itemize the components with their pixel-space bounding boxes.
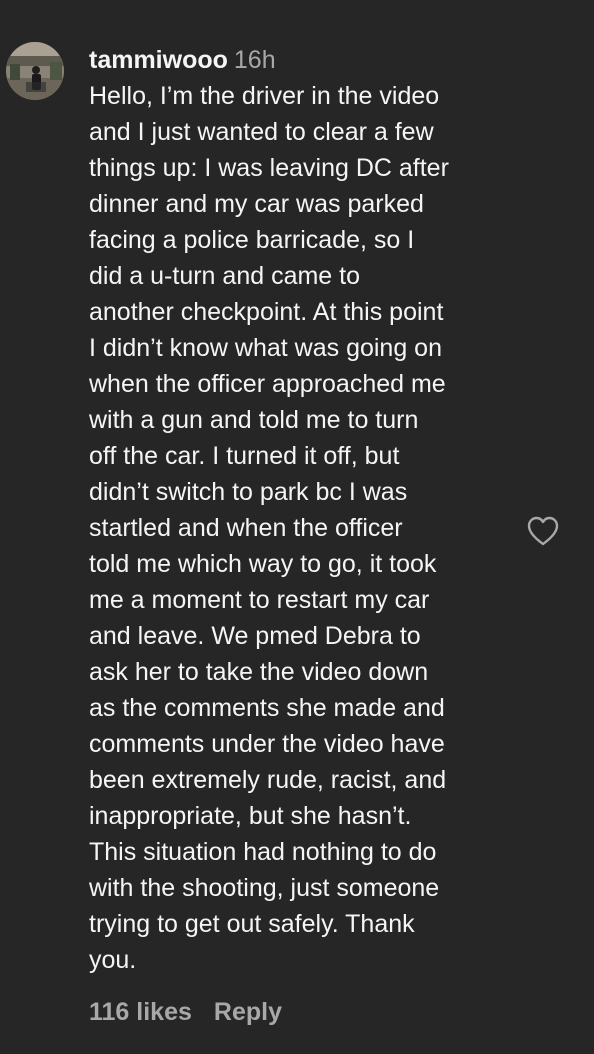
reply-button[interactable]: Reply xyxy=(214,998,282,1026)
comment: tammiwooo 16h Hello, I’m the driver in th… xyxy=(0,0,594,1054)
comment-text-line: and leave. We pmed Debra to xyxy=(89,622,421,650)
comment-text-line: when the officer approached me xyxy=(89,370,446,398)
comment-text-line: with a gun and told me to turn xyxy=(89,406,419,434)
comment-text-line: off the car. I turned it off, but xyxy=(89,442,400,470)
comment-actions: 116 likes Reply xyxy=(89,994,282,1030)
comment-text-line: comments under the video have xyxy=(89,730,445,758)
avatar[interactable] xyxy=(6,42,64,100)
comment-text-line: trying to get out safely. Thank xyxy=(89,910,415,938)
comment-text-line: did a u-turn and came to xyxy=(89,262,360,290)
comment-text-line: facing a police barricade, so I xyxy=(89,226,415,254)
likes-count[interactable]: 116 likes xyxy=(89,998,192,1026)
comment-text-line: didn’t switch to park bc I was xyxy=(89,478,408,506)
heart-outline-icon[interactable] xyxy=(526,515,560,547)
comment-content: tammiwooo 16h Hello, I’m the driver in th… xyxy=(89,42,521,978)
comment-text-line: inappropriate, but she hasn’t. xyxy=(89,802,412,830)
comment-text: Hello, I’m the driver in the video and I … xyxy=(89,78,521,978)
comment-text-line: me a moment to restart my car xyxy=(89,586,430,614)
comment-text-line: things up: I was leaving DC after xyxy=(89,154,449,182)
comment-text-line: told me which way to go, it took xyxy=(89,550,437,578)
comment-text-line: This situation had nothing to do xyxy=(89,838,437,866)
comment-text-line: ask her to take the video down xyxy=(89,658,429,686)
comment-text-line: startled and when the officer xyxy=(89,514,403,542)
username[interactable]: tammiwooo xyxy=(89,46,228,74)
comment-text-line: I didn’t know what was going on xyxy=(89,334,442,362)
comment-text-line: and I just wanted to clear a few xyxy=(89,118,434,146)
comment-header: tammiwooo 16h xyxy=(89,42,521,78)
comment-text-line: as the comments she made and xyxy=(89,694,445,722)
comment-text-line: another checkpoint. At this point xyxy=(89,298,444,326)
comment-text-line: Hello, I’m the driver in the video xyxy=(89,82,440,110)
comment-text-line: with the shooting, just someone xyxy=(89,874,440,902)
comment-text-line: you. xyxy=(89,946,137,974)
timestamp: 16h xyxy=(233,46,276,74)
comment-text-line: dinner and my car was parked xyxy=(89,190,424,218)
comment-text-line: been extremely rude, racist, and xyxy=(89,766,447,794)
